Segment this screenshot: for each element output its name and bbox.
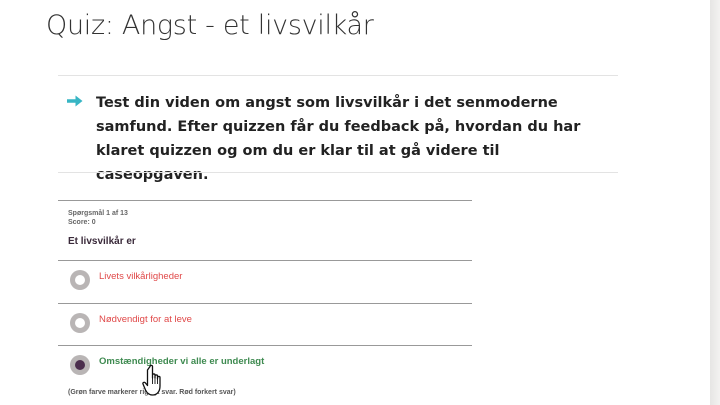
question-counter: Spørgsmål 1 af 13 [68,210,128,217]
hand-pointer-icon [142,364,161,396]
radio-button-selected[interactable] [70,355,90,375]
page: Quiz: Angst - et livsvilkår Test din vid… [0,0,710,405]
divider [58,200,472,201]
page-edge-shadow [710,0,720,405]
answer-option-selected[interactable]: Omstændigheder vi alle er underlagt [70,354,450,376]
divider [58,303,472,304]
answer-option[interactable]: Nødvendigt for at leve [70,312,450,334]
radio-button[interactable] [70,270,90,290]
quiz-status: Spørgsmål 1 af 13 Score: 0 [68,209,128,227]
question-text: Et livsvilkår er [68,236,136,247]
arrow-right-icon [67,95,83,107]
answer-label: Livets vilkårligheder [99,271,183,282]
divider [58,75,618,76]
answer-option[interactable]: Livets vilkårligheder [70,269,450,291]
score-label: Score: 0 [68,219,96,226]
page-title: Quiz: Angst - et livsvilkår [46,10,374,41]
divider [58,260,472,261]
radio-button[interactable] [70,313,90,333]
divider [58,172,618,173]
answer-label: Nødvendigt for at leve [99,314,192,325]
divider [58,345,472,346]
answer-label: Omstændigheder vi alle er underlagt [99,356,265,367]
